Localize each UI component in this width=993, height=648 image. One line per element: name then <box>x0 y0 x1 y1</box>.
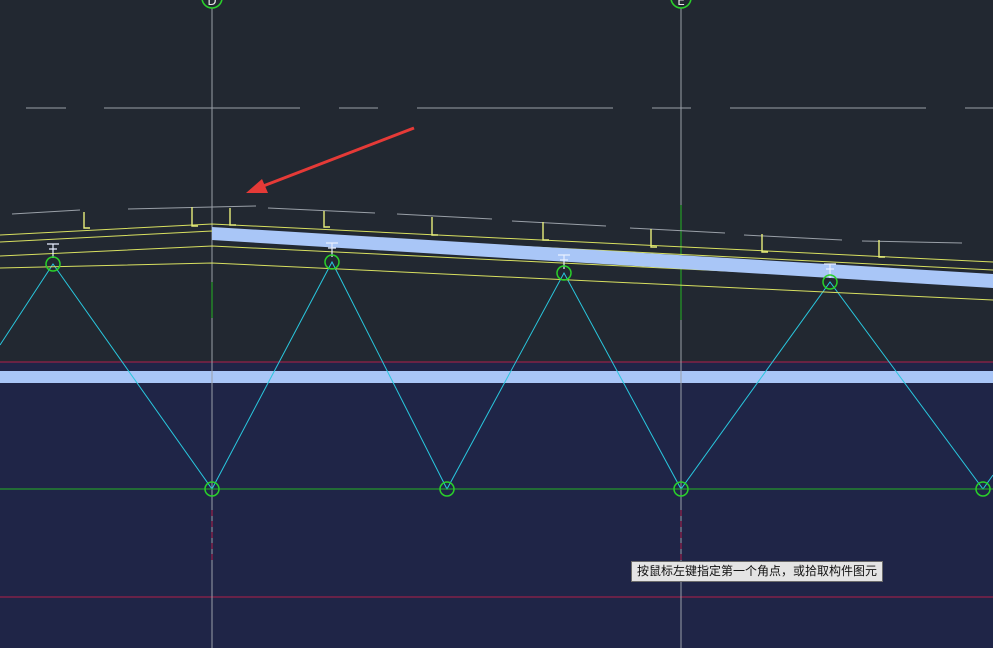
drawing-viewport[interactable]: D E <box>0 0 993 648</box>
axis-bubble-d[interactable]: D <box>201 0 223 9</box>
cad-canvas[interactable]: D E 按鼠标左键指定第一个角点，或拾取构件图元 <box>0 0 993 648</box>
command-tooltip: 按鼠标左键指定第一个角点，或拾取构件图元 <box>631 561 884 582</box>
lower-region <box>0 362 993 648</box>
axis-label-d: D <box>207 0 216 8</box>
red-arrow-icon <box>246 126 415 193</box>
axis-bubble-e[interactable]: E <box>670 0 692 9</box>
horizontal-beam[interactable] <box>0 371 993 383</box>
axis-label-e: E <box>677 0 685 8</box>
sloped-roof-beam[interactable] <box>212 227 993 288</box>
roof-chords[interactable] <box>0 223 993 301</box>
